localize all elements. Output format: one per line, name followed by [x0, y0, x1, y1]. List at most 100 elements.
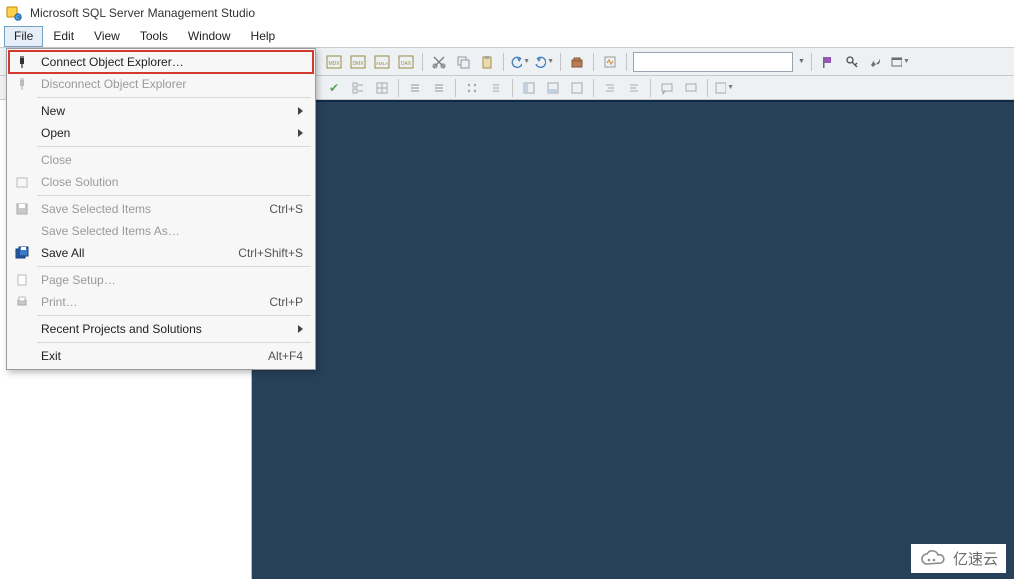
redo-icon[interactable]: ▼	[534, 52, 554, 72]
menu-item-label: Save All	[35, 246, 238, 260]
cut-icon[interactable]	[429, 52, 449, 72]
indent-right-icon[interactable]	[624, 78, 644, 98]
toolbar-flag-icon[interactable]	[818, 52, 838, 72]
print-icon	[9, 295, 35, 309]
toolbar-xmla-icon[interactable]: XMLA	[372, 52, 392, 72]
toolbar-separator	[650, 79, 651, 97]
unplug-icon	[9, 77, 35, 91]
toolbar-separator	[503, 53, 504, 71]
menubar: File Edit View Tools Window Help	[0, 26, 1014, 48]
save-all-icon	[9, 246, 35, 260]
window-title: Microsoft SQL Server Management Studio	[30, 6, 255, 20]
menu-close-solution: Close Solution	[9, 171, 313, 193]
menu-item-label: Exit	[35, 349, 268, 363]
submenu-arrow-icon	[298, 107, 303, 115]
menu-separator	[37, 195, 311, 196]
menu-item-label: Open	[35, 126, 298, 140]
toolbar-separator	[560, 53, 561, 71]
menu-open[interactable]: Open	[9, 122, 313, 144]
activity-icon[interactable]	[600, 52, 620, 72]
toolbar-separator	[398, 79, 399, 97]
dropdown-arrow-icon[interactable]: ▼	[798, 58, 805, 65]
menu-help[interactable]: Help	[241, 26, 286, 47]
menu-separator	[37, 146, 311, 147]
menu-save-selected: Save Selected Items Ctrl+S	[9, 198, 313, 220]
svg-text:MDX: MDX	[328, 61, 340, 67]
menu-print: Print… Ctrl+P	[9, 291, 313, 313]
toolbar-separator	[593, 79, 594, 97]
toolbar-separator	[707, 79, 708, 97]
toolbar-mdx-icon[interactable]: MDX	[324, 52, 344, 72]
toolbar-dmx-icon[interactable]: DMX	[348, 52, 368, 72]
spread-icon[interactable]	[486, 78, 506, 98]
menu-new[interactable]: New	[9, 100, 313, 122]
paste-icon[interactable]	[477, 52, 497, 72]
plug-icon	[9, 55, 35, 69]
menu-item-label: Disconnect Object Explorer	[35, 77, 303, 91]
toolbar-separator	[626, 53, 627, 71]
toolbar-search-input[interactable]	[633, 52, 793, 72]
dots-icon[interactable]	[462, 78, 482, 98]
menu-item-label: Page Setup…	[35, 273, 303, 287]
indent-left-icon[interactable]	[600, 78, 620, 98]
menu-connect-object-explorer[interactable]: Connect Object Explorer…	[9, 51, 313, 73]
menu-recent[interactable]: Recent Projects and Solutions	[9, 318, 313, 340]
layout2-icon[interactable]	[543, 78, 563, 98]
menu-edit[interactable]: Edit	[43, 26, 84, 47]
check-icon[interactable]: ✔	[324, 78, 344, 98]
svg-text:XMLA: XMLA	[376, 61, 388, 66]
file-menu-dropdown: Connect Object Explorer… Disconnect Obje…	[6, 48, 316, 370]
menu-item-label: Close	[35, 153, 303, 167]
watermark-text: 亿速云	[953, 548, 998, 569]
save-icon	[9, 202, 35, 216]
layout1-icon[interactable]	[519, 78, 539, 98]
toolbar-dax-icon[interactable]: DAX	[396, 52, 416, 72]
toolbar-separator	[422, 53, 423, 71]
toolbox-icon[interactable]	[567, 52, 587, 72]
menu-shortcut: Ctrl+S	[269, 202, 303, 216]
menu-file[interactable]: File	[4, 26, 43, 47]
menu-window[interactable]: Window	[178, 26, 241, 47]
menu-item-label: Save Selected Items	[35, 202, 269, 216]
menu-item-label: Connect Object Explorer…	[35, 55, 303, 69]
comment-icon[interactable]	[657, 78, 677, 98]
menu-disconnect-object-explorer: Disconnect Object Explorer	[9, 73, 313, 95]
menu-view[interactable]: View	[84, 26, 130, 47]
menu-separator	[37, 315, 311, 316]
copy-icon[interactable]	[453, 52, 473, 72]
menu-page-setup: Page Setup…	[9, 269, 313, 291]
menu-save-selected-as: Save Selected Items As…	[9, 220, 313, 242]
title-bar: Microsoft SQL Server Management Studio	[0, 0, 1014, 26]
menu-close: Close	[9, 149, 313, 171]
menu-shortcut: Alt+F4	[268, 349, 303, 363]
toolbar-separator	[455, 79, 456, 97]
submenu-arrow-icon	[298, 325, 303, 333]
toolbar-separator	[811, 53, 812, 71]
menu-item-label: New	[35, 104, 298, 118]
outline-icon[interactable]	[348, 78, 368, 98]
menu-tools[interactable]: Tools	[130, 26, 178, 47]
document-area	[252, 100, 1014, 579]
wrench-icon[interactable]	[866, 52, 886, 72]
svg-text:DAX: DAX	[401, 61, 412, 67]
cloud-icon	[919, 550, 947, 568]
menu-separator	[37, 342, 311, 343]
undo-icon[interactable]: ▼	[510, 52, 530, 72]
list-icon[interactable]	[405, 78, 425, 98]
layout3-icon[interactable]	[567, 78, 587, 98]
svg-text:DMX: DMX	[352, 61, 364, 67]
list2-icon[interactable]	[429, 78, 449, 98]
menu-separator	[37, 97, 311, 98]
uncomment-icon[interactable]	[681, 78, 701, 98]
watermark: 亿速云	[911, 544, 1006, 573]
toolbar-separator	[512, 79, 513, 97]
menu-exit[interactable]: Exit Alt+F4	[9, 345, 313, 367]
menu-save-all[interactable]: Save All Ctrl+Shift+S	[9, 242, 313, 264]
close-solution-icon	[9, 175, 35, 189]
menu-item-label: Close Solution	[35, 175, 303, 189]
misc-icon[interactable]: ▼	[714, 78, 734, 98]
page-icon	[9, 273, 35, 287]
key-icon[interactable]	[842, 52, 862, 72]
window-icon[interactable]: ▼	[890, 52, 910, 72]
grid-icon[interactable]	[372, 78, 392, 98]
